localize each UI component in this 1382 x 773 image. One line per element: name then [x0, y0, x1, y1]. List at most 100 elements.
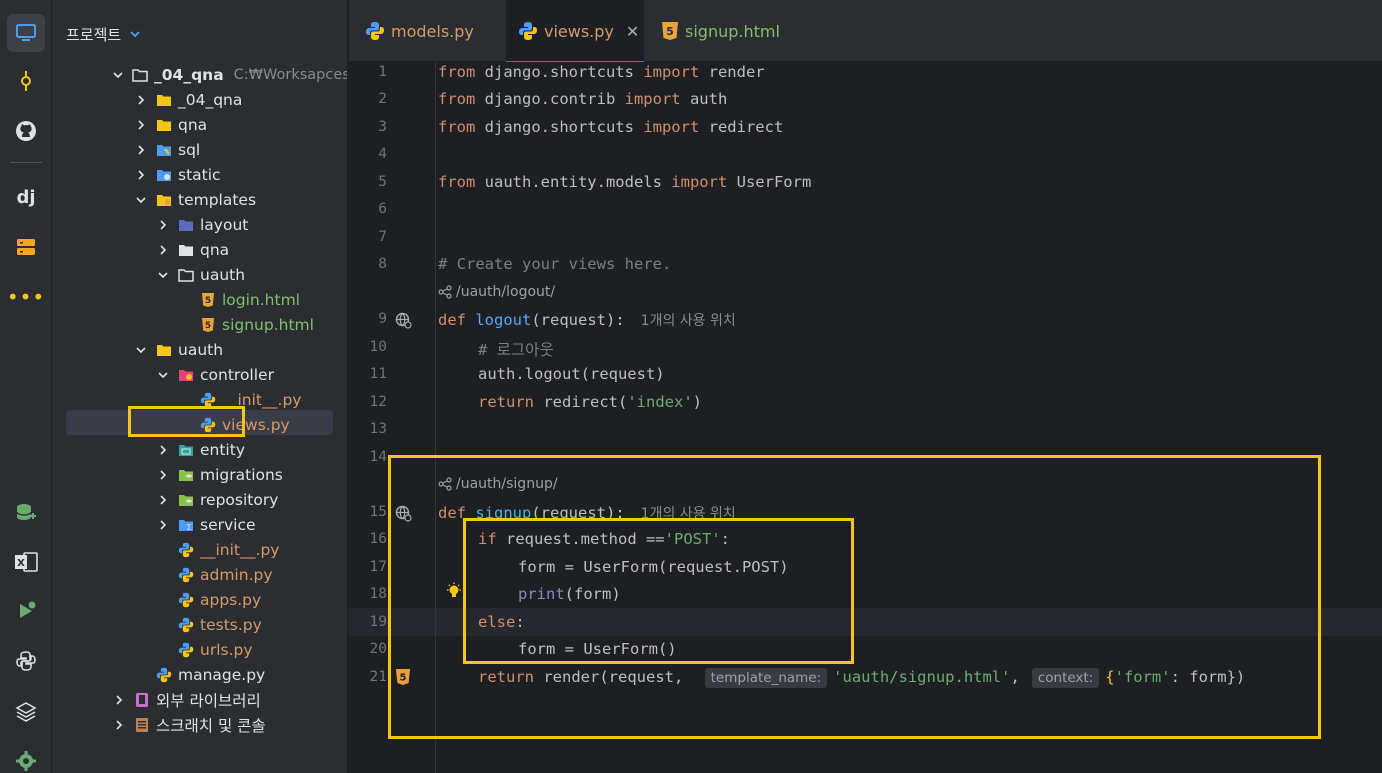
tree-item[interactable]: templates [52, 187, 347, 212]
chevron-down-icon[interactable] [112, 68, 124, 82]
code-line-21: return render(request, template_name:'ua… [478, 668, 1246, 688]
tree-item-label: urls.py [200, 640, 253, 659]
tree-item[interactable]: sql [52, 137, 347, 162]
tree-item-label: __init__.py [222, 390, 302, 409]
route-hint-logout[interactable]: /uauth/logout/ [438, 284, 555, 300]
python-console-icon[interactable] [7, 642, 45, 680]
chevron-right-icon[interactable] [134, 118, 148, 132]
chevron-right-icon[interactable] [112, 718, 126, 732]
share-icon [438, 477, 452, 491]
line-number: 6 [378, 201, 387, 217]
chevron-right-icon[interactable] [134, 93, 148, 107]
run-icon[interactable] [7, 592, 45, 630]
code-line-19: else: [478, 613, 525, 631]
inlay-hint-context: context: [1031, 668, 1100, 688]
github-icon[interactable] [7, 112, 45, 150]
tree-item[interactable]: admin.py [52, 562, 347, 587]
tree-item[interactable]: entity [52, 437, 347, 462]
chevron-right-icon[interactable] [156, 518, 170, 532]
django-icon[interactable]: dj [7, 178, 45, 216]
tree-item[interactable]: layout [52, 212, 347, 237]
chevron-right-icon[interactable] [156, 468, 170, 482]
database-icon[interactable] [7, 494, 45, 532]
code-line-20: form = UserForm() [518, 640, 677, 658]
tab-models-py[interactable]: models.py [363, 0, 503, 62]
project-icon[interactable] [7, 14, 45, 52]
code-editor[interactable]: 1 2 3 4 5 6 7 8 9 10 11 12 13 14 15 16 17 18 19 20 21 5 /uau… [349, 62, 1382, 773]
tree-item[interactable]: migrations [52, 462, 347, 487]
tree-item[interactable]: Σservice [52, 512, 347, 537]
more-icon[interactable]: ••• [7, 278, 45, 316]
tree-item[interactable]: manage.py [52, 662, 347, 687]
tree-item-label: manage.py [178, 665, 266, 684]
route-hint-signup[interactable]: /uauth/signup/ [438, 476, 558, 492]
tree-item[interactable]: static [52, 162, 347, 187]
tree-item[interactable]: 5 signup.html [52, 312, 347, 337]
chevron-right-icon[interactable] [134, 143, 148, 157]
tree-item[interactable]: __init__.py [52, 387, 347, 412]
chevron-right-icon[interactable] [156, 218, 170, 232]
tree-item[interactable]: qna [52, 237, 347, 262]
tree-item[interactable]: repository [52, 487, 347, 512]
project-header-label: 프로젝트 [66, 25, 122, 44]
python-icon [178, 642, 194, 658]
tree-item[interactable]: qna [52, 112, 347, 137]
tree-item[interactable]: controller [52, 362, 347, 387]
chevron-down-icon[interactable] [134, 343, 148, 357]
tree-item-label: entity [200, 440, 245, 459]
project-panel: 프로젝트 _04_qna C:₩Worksapces₩django _04_qnaq… [52, 0, 348, 773]
svg-text:X: X [17, 558, 25, 569]
tab-views-py[interactable]: views.py ✕ [506, 0, 644, 63]
chevron-down-icon[interactable] [156, 368, 170, 382]
tab-signup-html[interactable]: 5 signup.html [661, 0, 811, 62]
code-line-17: form = UserForm(request.POST) [518, 558, 789, 576]
folder-icon [178, 492, 194, 508]
settings-icon[interactable] [7, 742, 45, 773]
excel-icon[interactable]: X [7, 543, 45, 581]
tree-item[interactable]: _04_qna C:₩Worksapces₩django [52, 62, 347, 87]
structure-icon[interactable] [7, 228, 45, 266]
tree-item-label: _04_qna [154, 65, 224, 84]
tree-item[interactable]: __init__.py [52, 537, 347, 562]
html-template-icon[interactable]: 5 [394, 668, 412, 686]
line-number: 7 [378, 229, 387, 245]
folder-icon [178, 367, 194, 383]
folder-icon [156, 342, 172, 358]
tree-item[interactable]: 5 login.html [52, 287, 347, 312]
chevron-right-icon[interactable] [156, 493, 170, 507]
python-icon [200, 417, 216, 433]
tab-label: views.py [544, 21, 614, 41]
lightbulb-icon[interactable] [445, 582, 463, 600]
chevron-down-icon[interactable] [156, 268, 170, 282]
tree-item-label: controller [200, 365, 274, 384]
tree-item[interactable]: uauth [52, 337, 347, 362]
tree-item[interactable]: 외부 라이브러리 [52, 687, 347, 712]
tree-item-label: templates [178, 190, 257, 209]
chevron-right-icon[interactable] [156, 243, 170, 257]
tree-item[interactable]: 스크래치 및 콘솔 [52, 712, 347, 737]
tree-item[interactable]: apps.py [52, 587, 347, 612]
web-endpoint-icon[interactable] [394, 504, 412, 522]
python-icon [365, 21, 385, 41]
commit-icon[interactable] [7, 62, 45, 100]
web-endpoint-icon[interactable] [394, 311, 412, 329]
project-header[interactable]: 프로젝트 [66, 22, 141, 46]
tree-item[interactable]: tests.py [52, 612, 347, 637]
tree-item[interactable]: urls.py [52, 637, 347, 662]
code-line-16: if request.method =='POST': [478, 530, 730, 548]
chevron-right-icon[interactable] [134, 168, 148, 182]
python-icon [178, 567, 194, 583]
line-number: 10 [369, 339, 387, 355]
close-icon[interactable]: ✕ [626, 22, 639, 41]
tree-item[interactable]: views.py [52, 412, 347, 437]
chevron-right-icon[interactable] [112, 693, 126, 707]
tree-item[interactable]: _04_qna [52, 87, 347, 112]
tree-item-label: static [178, 165, 221, 184]
tree-item-label: uauth [200, 265, 246, 284]
line-number: 21 [369, 669, 387, 685]
layers-icon[interactable] [7, 692, 45, 730]
chevron-down-icon[interactable] [134, 193, 148, 207]
chevron-right-icon[interactable] [156, 443, 170, 457]
tree-item-label: qna [200, 240, 230, 259]
tree-item[interactable]: uauth [52, 262, 347, 287]
